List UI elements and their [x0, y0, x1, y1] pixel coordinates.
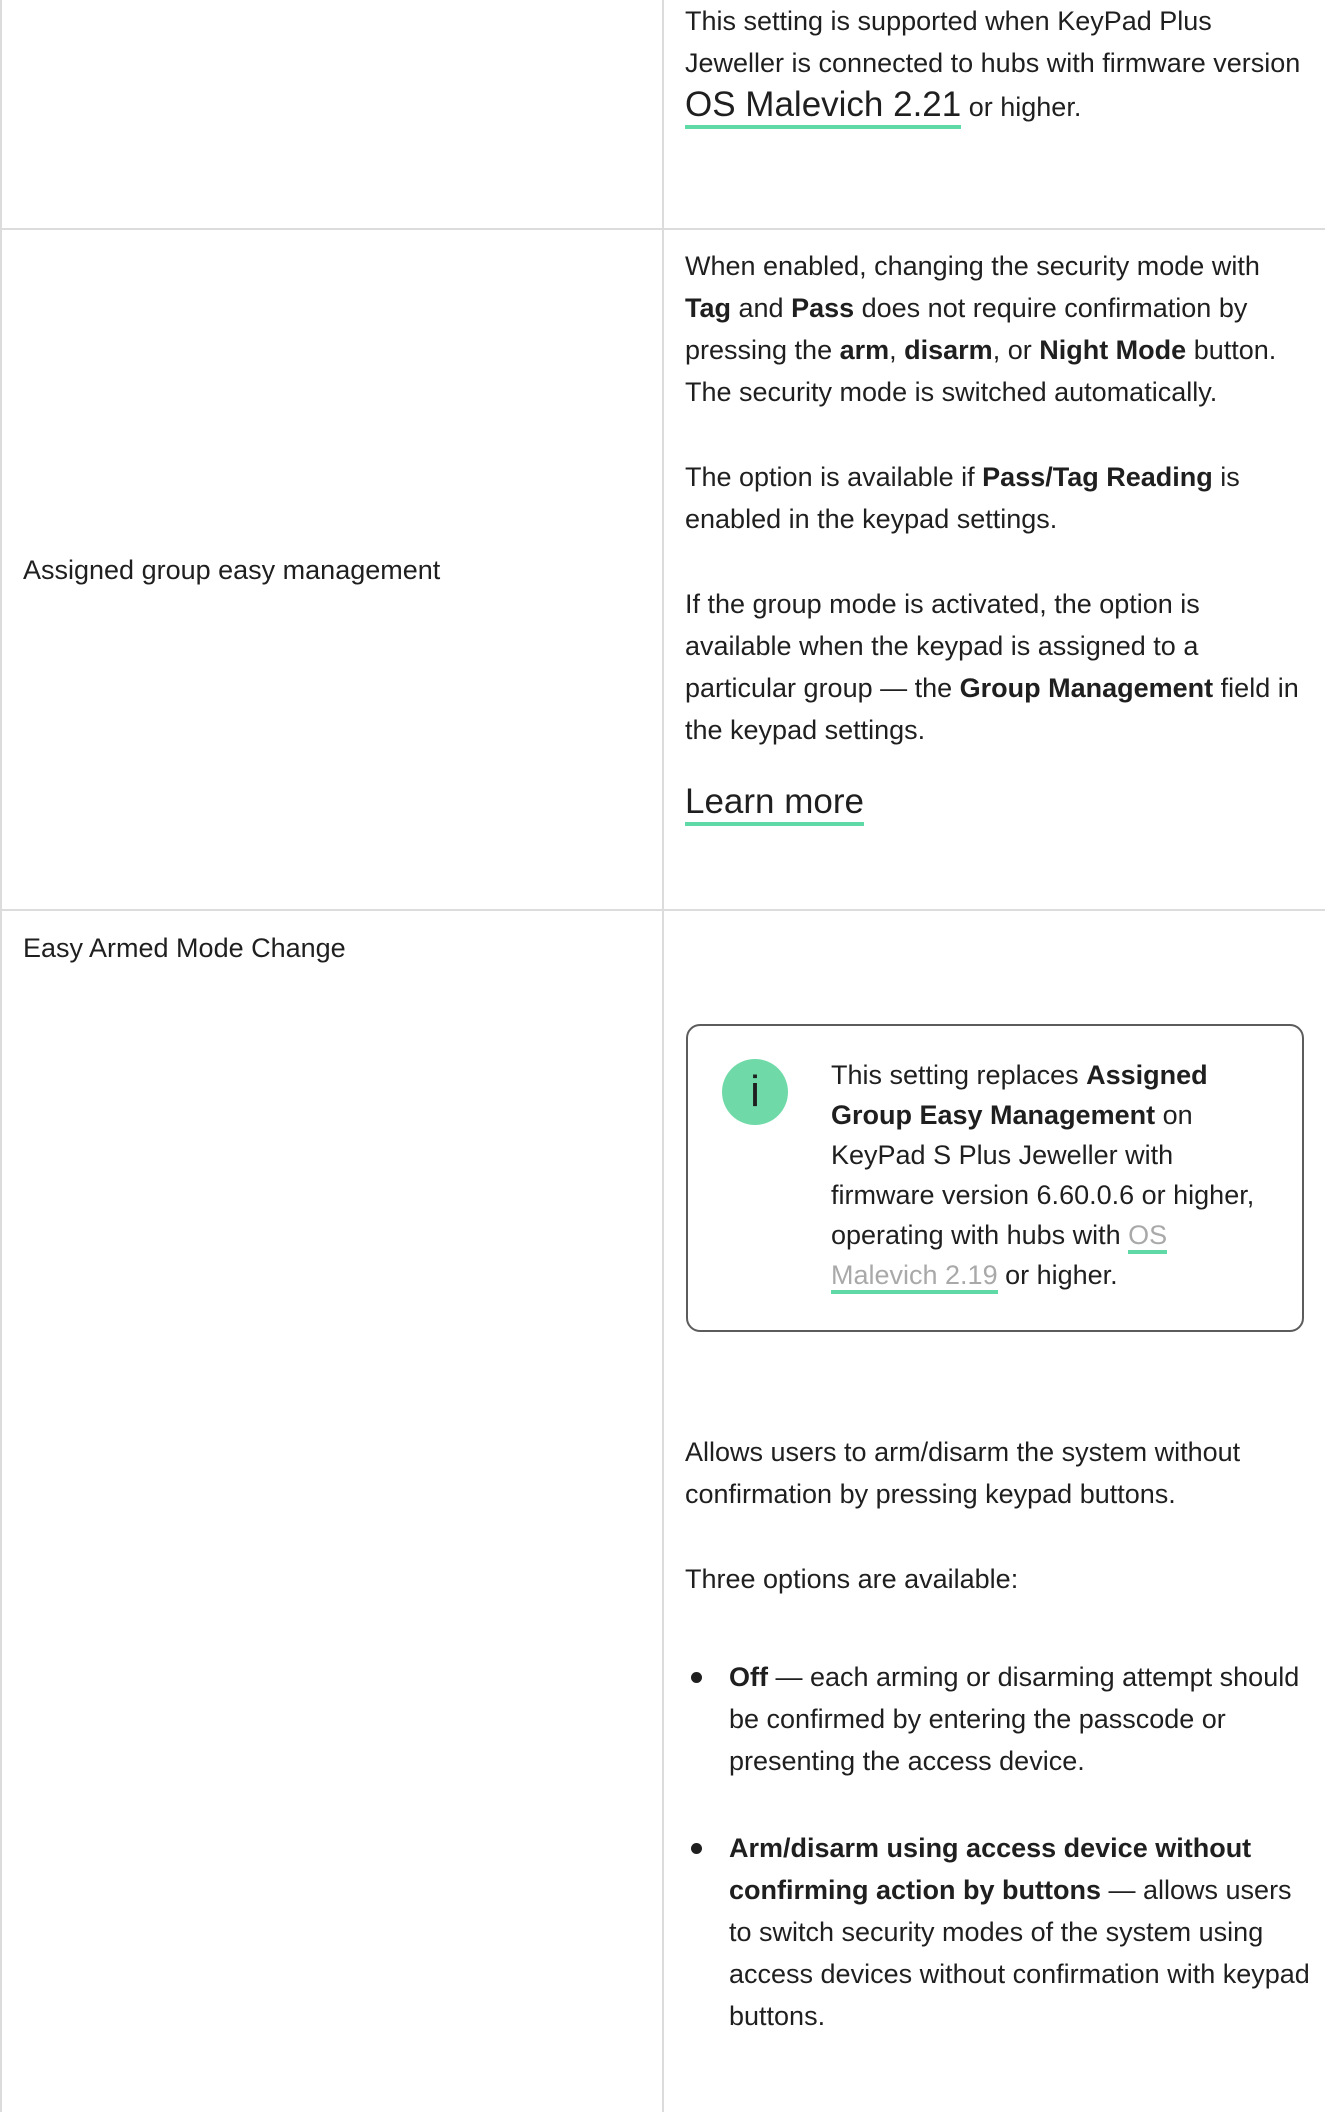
row1-description: This setting is supported when KeyPad Pl…	[685, 0, 1310, 129]
info-icon: i	[722, 1059, 788, 1125]
column-divider	[662, 0, 664, 2112]
settings-table: This setting is supported when KeyPad Pl…	[0, 0, 1325, 2112]
os-malevich-2-21-link[interactable]: OS Malevich 2.21	[685, 85, 962, 129]
list-item: Arm/disarm using access device without c…	[685, 1827, 1310, 2037]
learn-more-paragraph: Learn more	[685, 781, 1310, 826]
paragraph: Three options are available:	[685, 1564, 1019, 1594]
paragraph: If the group mode is activated, the opti…	[685, 589, 1299, 745]
paragraph: When enabled, changing the security mode…	[685, 251, 1277, 407]
info-callout-text: This setting replaces Assigned Group Eas…	[831, 1055, 1281, 1295]
firmware-support-note: This setting is supported when KeyPad Pl…	[685, 0, 1310, 129]
options-list: Off — each arming or disarming attempt s…	[685, 1656, 1310, 2037]
row2-label: Assigned group easy management	[23, 555, 441, 585]
row-divider	[0, 909, 1325, 911]
row3-description: Allows users to arm/disarm the system wi…	[685, 1431, 1310, 2037]
row2-description: When enabled, changing the security mode…	[685, 245, 1310, 826]
row-divider	[0, 228, 1325, 230]
learn-more-link[interactable]: Learn more	[685, 782, 864, 826]
info-callout: i This setting replaces Assigned Group E…	[686, 1024, 1304, 1332]
paragraph: Allows users to arm/disarm the system wi…	[685, 1437, 1241, 1509]
row3-label: Easy Armed Mode Change	[23, 933, 346, 963]
table-left-border	[0, 0, 2, 2112]
paragraph: The option is available if Pass/Tag Read…	[685, 462, 1240, 534]
list-item: Off — each arming or disarming attempt s…	[685, 1656, 1310, 1782]
